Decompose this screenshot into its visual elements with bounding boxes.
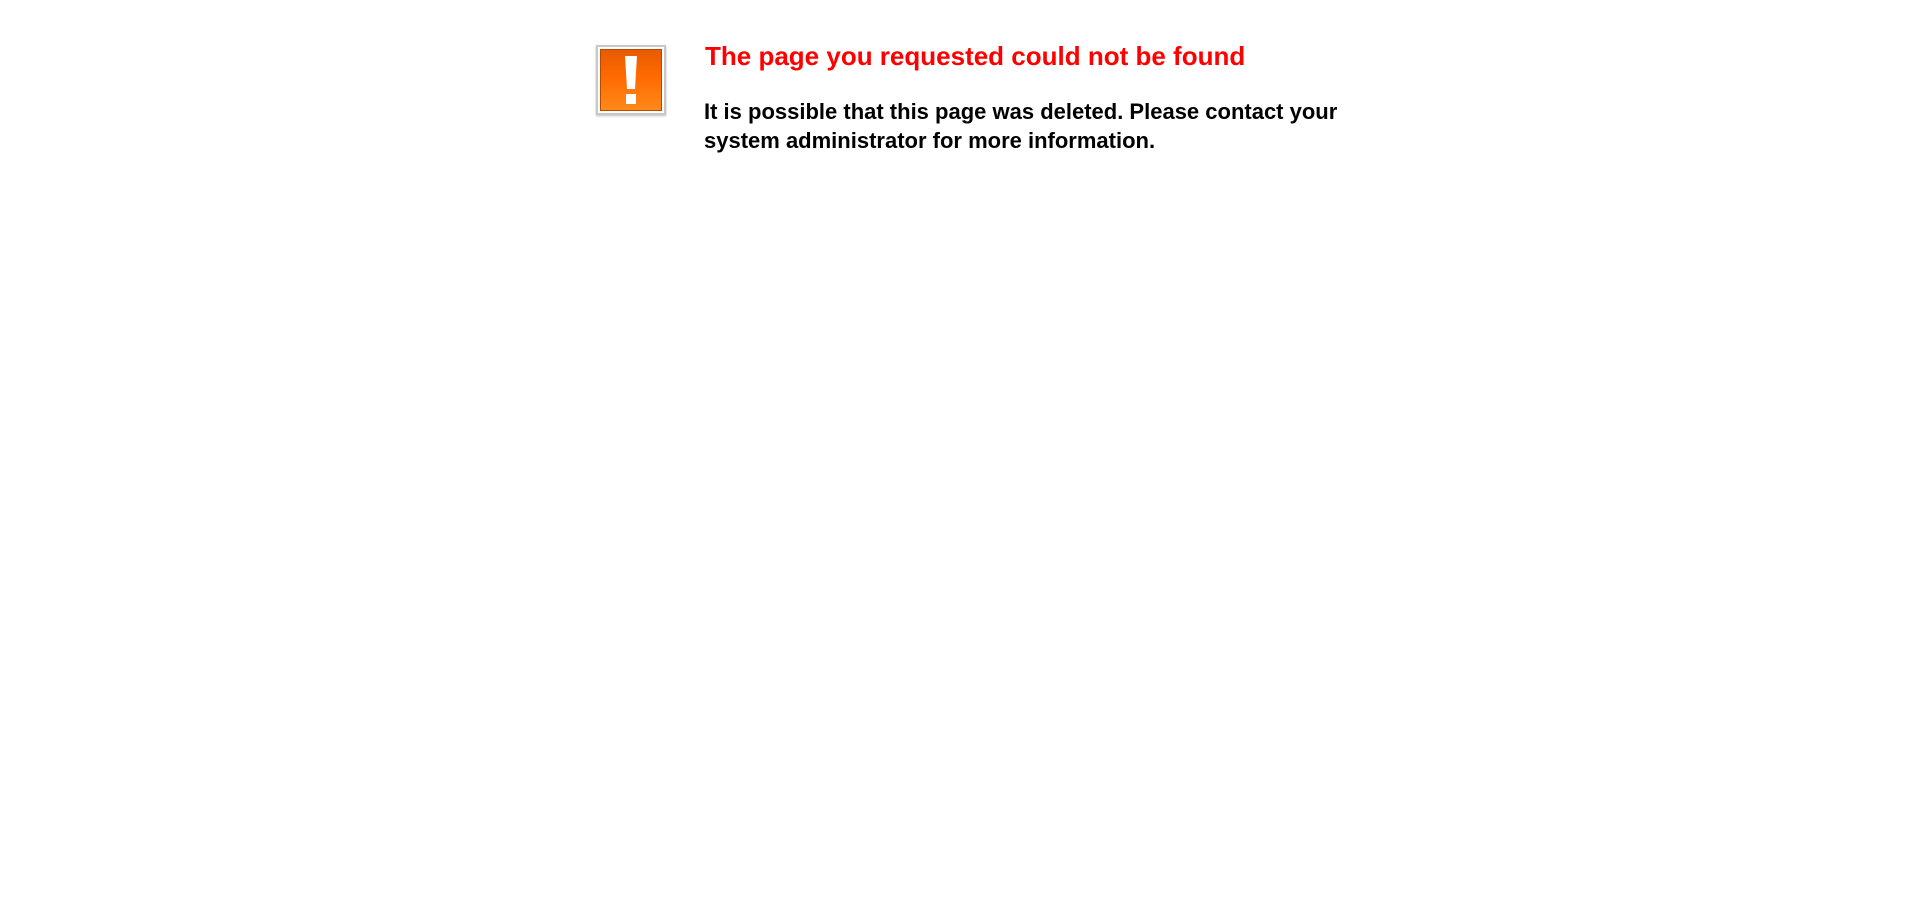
error-message: It is possible that this page was delete…: [704, 99, 1338, 153]
warning-icon-background: [600, 49, 662, 111]
exclamation-mark-icon: [625, 56, 637, 104]
exclamation-warning-icon: [596, 45, 666, 115]
error-page: The page you requested could not be foun…: [0, 0, 1920, 910]
error-title: The page you requested could not be foun…: [705, 41, 1246, 71]
